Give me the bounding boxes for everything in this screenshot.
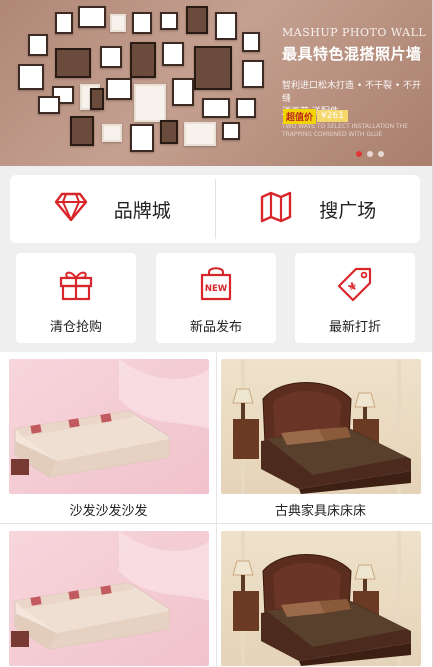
search-square-button[interactable]: 搜广场 [216,175,421,243]
banner-features-line1: 智利进口松木打造 • 不干裂 • 不开缝 [282,81,422,104]
product-name: 古典家具床床床 [274,504,366,519]
brand-city-label: 品牌城 [113,199,171,222]
photo-wall-image [10,4,280,164]
svg-text:NEW: NEW [205,284,228,294]
bed-image [221,359,421,494]
search-square-label: 搜广场 [319,199,377,222]
bed-image [221,531,421,666]
promo-banner[interactable]: MASHUP PHOTO WALL 最具特色混搭照片墙 智利进口松木打造 • 不… [0,0,433,166]
price-value: ¥261 [317,110,348,122]
map-icon [259,191,293,227]
new-bag-icon: NEW [156,266,276,302]
price-tag-icon: ¥ [295,266,415,302]
brand-square-card: 品牌城 搜广场 [10,175,420,243]
price-label: 超值价 [283,108,317,124]
quick-link-clearance[interactable]: 清仓抢购 [16,253,136,343]
gift-icon [16,266,136,302]
svg-text:¥: ¥ [347,281,360,294]
brand-city-button[interactable]: 品牌城 [10,175,215,243]
banner-title-en: MASHUP PHOTO WALL [282,26,427,39]
quick-link-discount[interactable]: ¥ 最新打折 [295,253,415,343]
product-name: 沙发沙发沙发 [69,504,148,519]
product-grid: 沙发沙发沙发 古典家具床床床 [0,352,433,667]
quick-link-label: 新品发布 [189,320,242,335]
carousel-dot[interactable] [356,151,362,157]
carousel-dot[interactable] [367,151,373,157]
quick-link-label: 清仓抢购 [49,320,102,335]
quick-link-new-arrivals[interactable]: NEW 新品发布 [156,253,276,343]
grid-divider [0,523,433,524]
banner-title: 最具特色混搭照片墙 [282,45,422,63]
quick-link-label: 最新打折 [328,320,381,335]
carousel-dots [356,151,384,157]
price-tag: 超值价 ¥261 [283,108,348,124]
carousel-dot[interactable] [378,151,384,157]
sofa-image [9,359,209,494]
sofa-image [9,531,209,666]
diamond-icon [54,192,88,226]
banner-subtitle-en: TWO WAYS TO SELECT INSTALLATION THE TRAP… [282,123,408,138]
